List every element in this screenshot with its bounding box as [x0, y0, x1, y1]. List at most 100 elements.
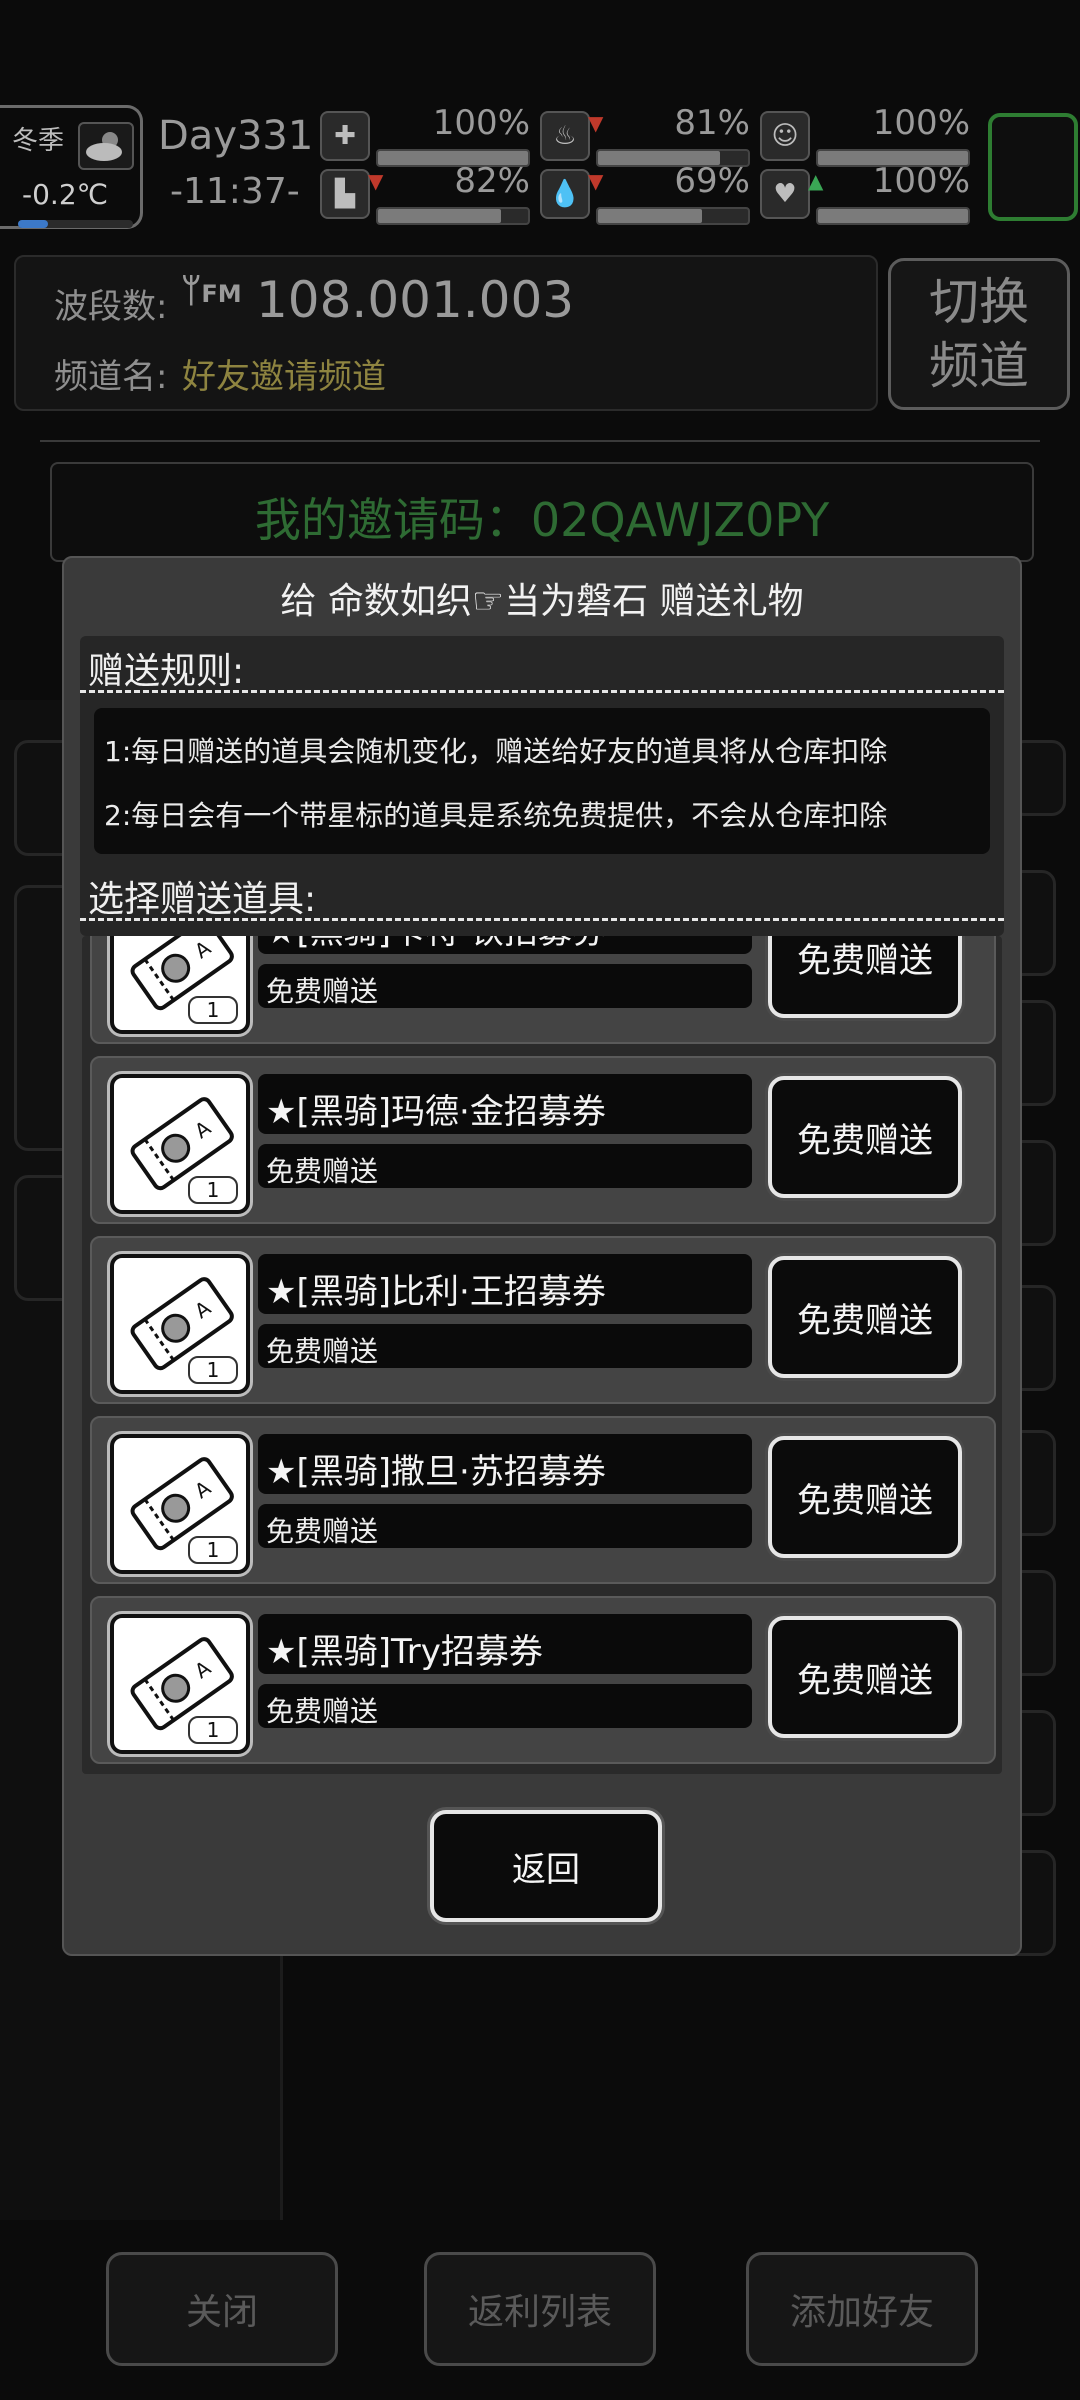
boot-icon: ▙: [320, 169, 370, 219]
switch-label-line2: 频道: [929, 337, 1029, 395]
stat-bar-fill: [598, 209, 702, 223]
free-gift-button[interactable]: 免费赠送: [768, 1616, 962, 1738]
item-name-box: ★[黑骑]玛德·金招募券: [258, 1074, 752, 1134]
fm-label: FM: [201, 280, 242, 308]
item-desc: 免费赠送: [266, 1155, 379, 1188]
recruit-ticket-icon: A1: [110, 1254, 250, 1394]
band-label: 波段数:: [54, 287, 168, 327]
day-counter: Day331: [158, 113, 314, 159]
item-desc: 免费赠送: [266, 1515, 379, 1548]
recruit-ticket-icon: A1: [110, 1434, 250, 1574]
stat-bar-fill: [818, 209, 968, 223]
gift-item-card: A1★[黑骑]卡特·铁招募券免费赠送免费赠送: [90, 936, 996, 1044]
item-count: 1: [188, 1716, 238, 1744]
stat-thirst: 💧 ▼ 69%: [540, 161, 750, 225]
item-name-box: ★[黑骑]撒旦·苏招募券: [258, 1434, 752, 1494]
free-gift-button[interactable]: 免费赠送: [768, 1076, 962, 1198]
rules-heading: 赠送规则:: [88, 651, 245, 692]
stat-hunger: ♨ ▼ 81%: [540, 103, 750, 167]
item-name: ★[黑骑]卡特·铁招募券: [266, 936, 606, 953]
free-gift-label: 免费赠送: [797, 940, 933, 981]
gift-item-card: A 1 ★[黑骑]比利·王招募券 免费赠送 免费赠送: [90, 1236, 996, 1404]
gift-item-card: A 1 ★[黑骑]玛德·金招募券 免费赠送 免费赠送: [90, 1056, 996, 1224]
stat-health: ✚ 100%: [320, 103, 530, 167]
stat-percent: 82%: [454, 161, 530, 201]
medkit-icon: ✚: [320, 111, 370, 161]
gift-rules-section: 赠送规则: 1:每日赠送的道具会随机变化，赠送给好友的道具将从仓库扣除 2:每日…: [80, 636, 1004, 936]
gift-item-list[interactable]: A1★[黑骑]卡特·铁招募券免费赠送免费赠送A1★[黑骑]玛德·金招募券免费赠送…: [82, 936, 1002, 1774]
season-weather-panel: 冬季 -0.2℃: [0, 105, 143, 229]
item-count: 1: [188, 1536, 238, 1564]
stat-percent: 81%: [674, 103, 750, 143]
dashed-divider: [80, 918, 1004, 921]
add-friend-button[interactable]: 添加好友: [746, 2252, 978, 2366]
item-count: 1: [188, 1356, 238, 1384]
status-bar: 冬季 -0.2℃ Day331 -11:37- ✚ 100% ♨ ▼ 81% ☺ 100% ▙…: [0, 95, 1080, 235]
stat-percent: 69%: [674, 161, 750, 201]
add-friend-label: 添加好友: [789, 2292, 934, 2333]
free-gift-button[interactable]: 免费赠送: [768, 1256, 962, 1378]
stat-percent: 100%: [432, 103, 530, 143]
game-time: -11:37-: [170, 171, 300, 212]
item-count: 1: [188, 996, 238, 1024]
stat-percent: 100%: [872, 103, 970, 143]
select-heading: 选择赠送道具:: [88, 879, 317, 920]
return-label: 返回: [512, 1849, 580, 1890]
item-desc-box: 免费赠送: [258, 1324, 752, 1368]
stat-bar-fill: [378, 209, 501, 223]
water-drop-icon: 💧: [540, 169, 590, 219]
recruit-ticket-icon: A1: [110, 1614, 250, 1754]
cloudy-weather-icon: [78, 122, 134, 170]
item-count: 1: [188, 1176, 238, 1204]
item-name-box: ★[黑骑]比利·王招募券: [258, 1254, 752, 1314]
switch-channel-button[interactable]: 切换 频道: [888, 258, 1070, 410]
item-name-box: ★[黑骑]Try招募券: [258, 1614, 752, 1674]
item-name: ★[黑骑]Try招募券: [266, 1632, 543, 1672]
heart-icon: ♥: [760, 169, 810, 219]
arrow-down-icon: ▼: [368, 169, 384, 193]
temperature-bar: [18, 220, 133, 228]
invite-code-box: 我的邀请码：02QAWJZ0PY: [50, 462, 1034, 562]
free-gift-label: 免费赠送: [797, 1660, 933, 1701]
arrow-down-icon: ▼: [588, 169, 604, 193]
rules-box: 1:每日赠送的道具会随机变化，赠送给好友的道具将从仓库扣除 2:每日会有一个带星…: [94, 708, 990, 854]
gift-item-card: A 1 ★[黑骑]Try招募券 免费赠送 免费赠送: [90, 1596, 996, 1764]
return-button[interactable]: 返回: [430, 1810, 662, 1922]
temperature: -0.2℃: [22, 178, 109, 211]
rule-line-2: 2:每日会有一个带星标的道具是系统免费提供，不会从仓库扣除: [104, 799, 888, 832]
item-desc: 免费赠送: [266, 1695, 379, 1728]
season-label: 冬季: [12, 126, 65, 156]
free-gift-button[interactable]: 免费赠送: [768, 936, 962, 1018]
switch-label-line1: 切换: [929, 273, 1029, 331]
free-gift-button[interactable]: 免费赠送: [768, 1436, 962, 1558]
item-name: ★[黑骑]撒旦·苏招募券: [266, 1452, 606, 1492]
item-name-box: ★[黑骑]卡特·铁招募券: [258, 936, 752, 954]
item-desc: 免费赠送: [266, 1335, 379, 1368]
quick-slot[interactable]: [988, 113, 1078, 221]
stomach-icon: ♨: [540, 111, 590, 161]
stat-bar: [596, 207, 750, 225]
item-desc-box: 免费赠送: [258, 1144, 752, 1188]
stat-mood: ☺ 100%: [760, 103, 970, 167]
item-desc-box: 免费赠送: [258, 1504, 752, 1548]
free-gift-label: 免费赠送: [797, 1480, 933, 1521]
close-button[interactable]: 关闭: [106, 2252, 338, 2366]
rule-line-1: 1:每日赠送的道具会随机变化，赠送给好友的道具将从仓库扣除: [104, 735, 888, 768]
stat-heart: ♥ ▲ 100%: [760, 161, 970, 225]
invite-code: 我的邀请码：02QAWJZ0PY: [254, 493, 830, 547]
recruit-ticket-icon: A1: [110, 936, 250, 1034]
item-desc-box: 免费赠送: [258, 964, 752, 1008]
item-desc-box: 免费赠送: [258, 1684, 752, 1728]
item-name: ★[黑骑]比利·王招募券: [266, 1272, 606, 1312]
dialog-title: 给 命数如织☞当为磐石 赠送礼物: [280, 581, 804, 622]
recruit-ticket-icon: A1: [110, 1074, 250, 1214]
face-icon: ☺: [760, 111, 810, 161]
item-name: ★[黑骑]玛德·金招募券: [266, 1092, 606, 1132]
stat-bar: [816, 207, 970, 225]
rebate-list-button[interactable]: 返利列表: [424, 2252, 656, 2366]
close-label: 关闭: [185, 2292, 258, 2333]
stat-percent: 100%: [872, 161, 970, 201]
gift-dialog: 给 命数如织☞当为磐石 赠送礼物 赠送规则: 1:每日赠送的道具会随机变化，赠送…: [62, 556, 1022, 1956]
stat-stamina: ▙ ▼ 82%: [320, 161, 530, 225]
dashed-divider: [80, 690, 1004, 693]
